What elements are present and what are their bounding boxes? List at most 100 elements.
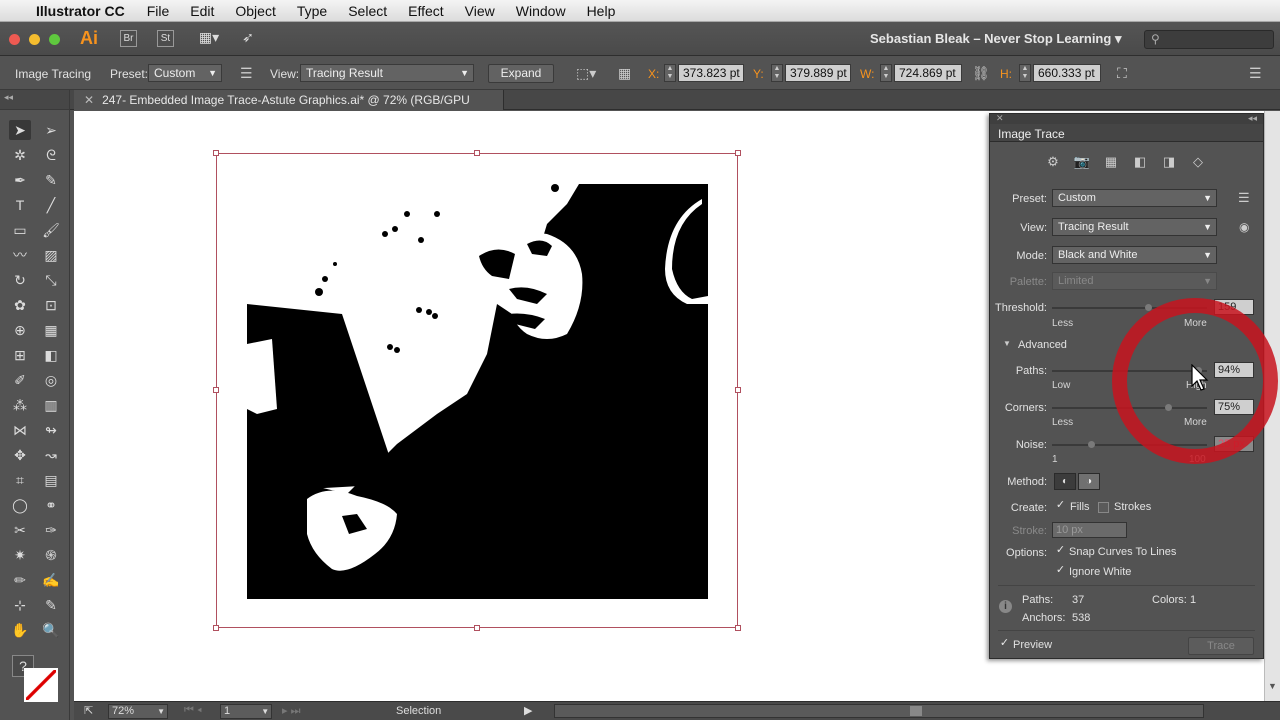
magic-wand-tool-icon[interactable]: ✲ [9,145,31,165]
blob-brush-tool-icon[interactable]: ◯ [9,495,31,515]
black-white-preset-icon[interactable]: ◨ [1160,154,1178,170]
manage-presets-icon[interactable]: ☰ [1238,190,1250,206]
expand-button[interactable]: Expand [488,64,554,83]
rotate-tool-icon[interactable]: ↻ [9,270,31,290]
menu-view[interactable]: View [465,3,495,19]
reference-point-icon[interactable]: ▦ [618,65,631,82]
panel-menu-icon[interactable]: ☰ [1249,65,1262,82]
high-color-preset-icon[interactable]: 📷 [1073,154,1091,170]
free-transform-tool-icon[interactable]: ⊡ [40,295,62,315]
eyedropper-tool-icon[interactable]: ✐ [9,370,31,390]
close-panel-icon[interactable]: ✕ [996,113,1004,124]
abutting-method-icon[interactable]: ◐ [1054,473,1076,490]
w-stepper[interactable]: ▲ ▼ [880,64,892,82]
artboard-crop-tool-icon[interactable]: ⊹ [9,595,31,615]
bbox-handle-bottom-left[interactable] [213,625,219,631]
zoom-tool-icon[interactable]: 🔍 [40,620,62,640]
knife-tool-icon[interactable]: ✑ [40,520,62,540]
perspective-grid-tool-icon[interactable]: ▦ [40,320,62,340]
view-dropdown[interactable]: Tracing Result ▼ [300,64,474,82]
y-stepper[interactable]: ▲ ▼ [771,64,783,82]
menu-effect[interactable]: Effect [408,3,444,19]
eraser-tool-icon[interactable]: ▨ [40,245,62,265]
low-color-preset-icon[interactable]: ▦ [1102,154,1120,170]
zoom-dropdown[interactable]: 72% ▼ [108,704,168,719]
selection-options-icon[interactable]: ⬚▾ [576,65,596,82]
panel-titlebar[interactable]: ✕ ◂◂ [990,113,1263,124]
scissors-tool-icon[interactable]: ✂ [9,520,31,540]
noise-slider-knob[interactable] [1087,441,1095,448]
search-stock-input[interactable]: ⚲ [1144,30,1274,49]
pen-tool-icon[interactable]: ✒ [9,170,31,190]
live-paint-bucket-tool-icon[interactable]: ⚭ [40,495,62,515]
stock-button[interactable]: St [157,30,174,47]
next-artboard-icon[interactable]: ▸ ⏭ [282,704,300,718]
horizontal-scroll-thumb[interactable] [910,706,922,716]
advanced-disclosure-icon[interactable]: ▼ [1003,339,1011,348]
w-field[interactable]: 724.869 pt [894,64,962,82]
menu-file[interactable]: File [147,3,170,19]
fills-checkbox[interactable]: ✓ [1055,500,1066,511]
scroll-down-arrow-icon[interactable]: ▼ [1268,681,1277,691]
menu-type[interactable]: Type [297,3,327,19]
constrain-proportions-link-icon[interactable]: ⛓ [972,65,990,82]
artboard-tool-icon[interactable]: ⌗ [9,470,31,490]
mesh-tool-icon[interactable]: ⊞ [9,345,31,365]
advanced-section-toggle[interactable]: Advanced [1018,339,1067,351]
symbol-sprayer-tool-icon[interactable]: ⁂ [9,395,31,415]
close-window-button[interactable] [9,34,20,45]
curvature-tool-icon[interactable]: ✎ [40,170,62,190]
shaper-tool-icon[interactable]: 〰 [9,245,31,265]
eye-icon[interactable]: ◉ [1239,220,1249,234]
menu-edit[interactable]: Edit [190,3,214,19]
slice-tool-icon[interactable]: ▤ [40,470,62,490]
workspace-switcher[interactable]: Sebastian Bleak – Never Stop Learning ▾ [870,31,1121,47]
width-tool-icon[interactable]: ⋈ [9,420,31,440]
trace-mode-dropdown[interactable]: Black and White ▼ [1052,246,1217,264]
blend-tool-icon[interactable]: ◎ [40,370,62,390]
scale-tool-icon[interactable]: ⤡ [40,270,62,290]
x-stepper[interactable]: ▲ ▼ [664,64,676,82]
overlapping-method-icon[interactable]: ◑ [1078,473,1100,490]
status-menu-arrow-icon[interactable]: ▶ [524,704,532,717]
collapse-panel-icon[interactable]: ◂◂ [1248,113,1257,124]
trace-view-dropdown[interactable]: Tracing Result ▼ [1052,218,1217,236]
lasso-tool-icon[interactable]: ᘓ [40,145,62,165]
rectangle-tool-icon[interactable]: ▭ [9,220,31,240]
smooth-tool-icon[interactable]: ↝ [40,445,62,465]
fill-stroke-swatch[interactable] [24,668,58,702]
snap-curves-checkbox[interactable]: ✓ [1055,545,1066,556]
menu-help[interactable]: Help [587,3,616,19]
column-graph-tool-icon[interactable]: ▥ [40,395,62,415]
direct-selection-tool-icon[interactable]: ➢ [40,120,62,140]
current-tool-status[interactable]: Selection [396,705,441,717]
gradient-tool-icon[interactable]: ◧ [40,345,62,365]
menu-object[interactable]: Object [235,3,275,19]
paintbrush-tool-icon[interactable]: 🖌 [40,220,62,240]
tools-panel-header[interactable]: ◂◂ [0,90,69,110]
bbox-handle-top[interactable] [474,150,480,156]
bbox-handle-bottom-right[interactable] [735,625,741,631]
star-tool-icon[interactable]: ✷ [9,545,31,565]
app-name-menu[interactable]: Illustrator CC [36,3,125,19]
h-stepper[interactable]: ▲ ▼ [1019,64,1031,82]
auto-color-preset-icon[interactable]: ⚙ [1044,154,1062,170]
horizontal-scrollbar[interactable] [554,704,1204,718]
transform-icon[interactable]: ⛶ [1117,65,1127,82]
zoom-window-button[interactable] [49,34,60,45]
shape-builder-tool-icon[interactable]: ⊕ [9,320,31,340]
warp-tool-icon[interactable]: ✿ [9,295,31,315]
preset-list-icon[interactable]: ☰ [240,65,253,82]
bbox-handle-right[interactable] [735,387,741,393]
first-artboard-icon[interactable]: ⏮ ◂ [184,704,202,717]
arrange-documents-icon[interactable]: ▦▾ [196,30,222,47]
pencil-tool-icon[interactable]: ✏ [9,570,31,590]
artboard-navigator-icon[interactable]: ⇱ [84,704,93,717]
menu-select[interactable]: Select [348,3,387,19]
gpu-rocket-icon[interactable]: ➶ [238,30,258,47]
panel-tab[interactable]: Image Trace [990,124,1263,142]
type-tool-icon[interactable]: T [9,195,31,215]
artboard-number-field[interactable]: 1 ▼ [220,704,272,719]
menu-window[interactable]: Window [516,3,566,19]
close-icon[interactable]: ✕ [84,93,94,107]
